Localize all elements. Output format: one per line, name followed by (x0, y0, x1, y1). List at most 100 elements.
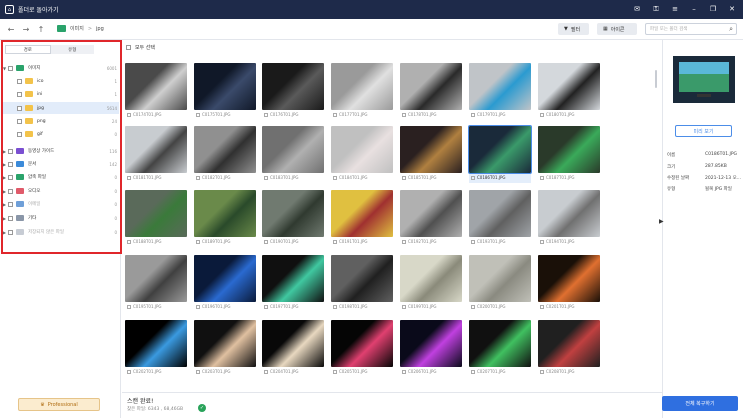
file-checkbox[interactable] (264, 369, 268, 374)
file-thumbnail[interactable] (194, 320, 256, 367)
maximize-icon[interactable]: ❐ (708, 4, 718, 14)
file-thumbnail[interactable] (331, 126, 393, 173)
file-tile[interactable]: C0181T01.JPG (125, 126, 187, 183)
file-tile[interactable]: C0190T01.JPG (262, 190, 324, 247)
file-checkbox[interactable] (471, 239, 475, 244)
file-checkbox[interactable] (540, 369, 544, 374)
file-tile[interactable]: C0182T01.JPG (194, 126, 256, 183)
file-thumbnail[interactable] (469, 63, 531, 110)
file-tile[interactable]: C0189T01.JPG (194, 190, 256, 247)
file-checkbox[interactable] (471, 175, 475, 180)
feedback-icon[interactable]: ✉ (632, 4, 642, 14)
file-checkbox[interactable] (333, 239, 337, 244)
file-thumbnail[interactable] (194, 63, 256, 110)
file-checkbox[interactable] (264, 112, 268, 117)
file-thumbnail[interactable] (468, 125, 532, 174)
file-tile[interactable]: C0197T01.JPG (262, 255, 324, 312)
file-tile[interactable]: C0178T01.JPG (400, 63, 462, 120)
file-checkbox[interactable] (402, 304, 406, 309)
file-checkbox[interactable] (196, 239, 200, 244)
file-checkbox[interactable] (127, 175, 131, 180)
checkbox[interactable] (126, 45, 131, 50)
file-checkbox[interactable] (471, 304, 475, 309)
file-checkbox[interactable] (127, 369, 131, 374)
file-thumbnail[interactable] (125, 320, 187, 367)
file-checkbox[interactable] (264, 175, 268, 180)
file-thumbnail[interactable] (194, 126, 256, 173)
file-tile[interactable]: C0206T01.JPG (400, 320, 462, 377)
file-tile[interactable]: C0204T01.JPG (262, 320, 324, 377)
file-checkbox[interactable] (196, 304, 200, 309)
file-thumbnail[interactable] (538, 63, 600, 110)
file-tile[interactable]: C0207T01.JPG (469, 320, 531, 377)
back-arrow-icon[interactable]: ← (6, 25, 16, 34)
file-thumbnail[interactable] (331, 190, 393, 237)
file-thumbnail[interactable] (400, 255, 462, 302)
file-checkbox[interactable] (264, 304, 268, 309)
file-tile[interactable]: C0202T01.JPG (125, 320, 187, 377)
up-arrow-icon[interactable]: ↑ (36, 25, 46, 34)
file-checkbox[interactable] (540, 239, 544, 244)
file-thumbnail[interactable] (331, 320, 393, 367)
file-tile[interactable]: C0175T01.JPG (194, 63, 256, 120)
file-thumbnail[interactable] (538, 255, 600, 302)
file-thumbnail[interactable] (331, 63, 393, 110)
file-checkbox[interactable] (471, 369, 475, 374)
file-tile[interactable]: C0194T01.JPG (538, 190, 600, 247)
file-thumbnail[interactable] (331, 255, 393, 302)
file-tile[interactable]: C0193T01.JPG (469, 190, 531, 247)
file-tile[interactable]: C0208T01.JPG (538, 320, 600, 377)
file-checkbox[interactable] (471, 112, 475, 117)
file-checkbox[interactable] (196, 112, 200, 117)
file-thumbnail[interactable] (262, 320, 324, 367)
file-thumbnail[interactable] (194, 190, 256, 237)
file-thumbnail[interactable] (538, 320, 600, 367)
file-tile[interactable]: C0195T01.JPG (125, 255, 187, 312)
file-tile[interactable]: C0199T01.JPG (400, 255, 462, 312)
file-tile[interactable]: C0177T01.JPG (331, 63, 393, 120)
breadcrumb-leaf[interactable]: jpg (96, 26, 104, 32)
file-tile[interactable]: C0198T01.JPG (331, 255, 393, 312)
view-mode-button[interactable]: ▦ 아이콘 (597, 23, 637, 35)
file-checkbox[interactable] (333, 304, 337, 309)
preview-button[interactable]: 미리 보기 (675, 125, 732, 137)
file-thumbnail[interactable] (125, 190, 187, 237)
file-tile[interactable]: C0205T01.JPG (331, 320, 393, 377)
recover-all-button[interactable]: 전체 복구하기 (662, 396, 738, 411)
file-checkbox[interactable] (127, 112, 131, 117)
forward-arrow-icon[interactable]: → (21, 25, 31, 34)
file-checkbox[interactable] (127, 239, 131, 244)
file-tile[interactable]: C0183T01.JPG (262, 126, 324, 183)
file-thumbnail[interactable] (125, 126, 187, 173)
file-tile[interactable]: C0179T01.JPG (469, 63, 531, 120)
file-tile[interactable]: C0186T01.JPG (468, 125, 532, 183)
file-thumbnail[interactable] (469, 255, 531, 302)
file-tile[interactable]: C0192T01.JPG (400, 190, 462, 247)
file-checkbox[interactable] (402, 369, 406, 374)
file-tile[interactable]: C0201T01.JPG (538, 255, 600, 312)
file-thumbnail[interactable] (469, 320, 531, 367)
file-tile[interactable]: C0191T01.JPG (331, 190, 393, 247)
file-thumbnail[interactable] (538, 190, 600, 237)
select-all-checkbox[interactable]: 모두 선택 (126, 44, 155, 51)
file-checkbox[interactable] (402, 175, 406, 180)
file-checkbox[interactable] (333, 175, 337, 180)
search-icon[interactable]: ⌕ (729, 25, 733, 34)
professional-button[interactable]: ♛ Professional (18, 398, 100, 411)
file-tile[interactable]: C0188T01.JPG (125, 190, 187, 247)
file-tile[interactable]: C0174T01.JPG (125, 63, 187, 120)
file-checkbox[interactable] (333, 112, 337, 117)
file-tile[interactable]: C0185T01.JPG (400, 126, 462, 183)
breadcrumb-root[interactable]: 이미지 (70, 25, 84, 32)
file-checkbox[interactable] (540, 112, 544, 117)
file-thumbnail[interactable] (194, 255, 256, 302)
back-to-folder-label[interactable]: 폴더로 돌아가기 (18, 5, 59, 14)
file-thumbnail[interactable] (125, 255, 187, 302)
close-icon[interactable]: ✕ (727, 4, 737, 14)
file-checkbox[interactable] (402, 112, 406, 117)
file-tile[interactable]: C0184T01.JPG (331, 126, 393, 183)
file-thumbnail[interactable] (400, 63, 462, 110)
file-checkbox[interactable] (196, 175, 200, 180)
file-thumbnail[interactable] (125, 63, 187, 110)
menu-icon[interactable]: ≡ (670, 4, 680, 14)
